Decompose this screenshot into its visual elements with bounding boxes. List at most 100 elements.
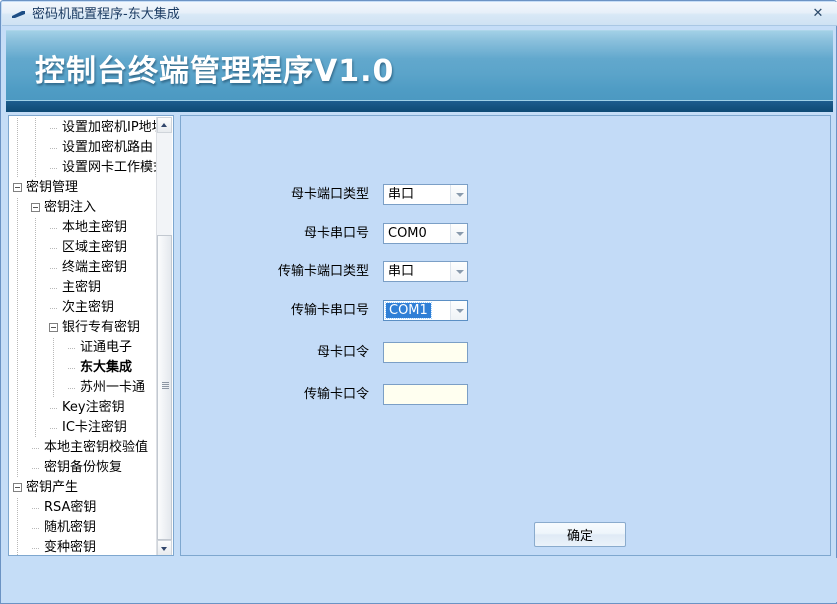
tree-collapse-icon[interactable] [49, 323, 58, 332]
tree-guide-line [35, 278, 36, 298]
tree-guide-line [17, 118, 18, 138]
form-field-label: 传输卡端口类型 [277, 264, 369, 279]
tree-item[interactable]: 证通电子 [9, 338, 159, 358]
tree-connector-icon [50, 408, 57, 409]
scrollbar-thumb[interactable] [157, 235, 172, 540]
tree-item[interactable]: RSA密钥 [9, 498, 159, 518]
tree-item[interactable]: 本地主密钥 [9, 218, 159, 238]
form-field-label: 母卡串口号 [303, 226, 369, 241]
tree-item[interactable]: 东大集成 [9, 358, 159, 378]
tree-collapse-icon[interactable] [31, 203, 40, 212]
tree-item-label: 本地主密钥 [62, 220, 128, 235]
tree-item[interactable]: 设置加密机IP地址 [9, 118, 165, 138]
chevron-down-icon[interactable] [450, 185, 467, 204]
tree-item[interactable]: 密钥产生 [9, 478, 159, 498]
scrollbar-grip-icon [162, 382, 169, 389]
content-panel: 母卡端口类型 串口 母卡串口号 COM0 传输卡端口类型 串口 传输卡串口号 COM1 母卡口令… [180, 115, 831, 556]
tree-collapse-icon[interactable] [13, 183, 22, 192]
tree-item-label: 终端主密钥 [62, 260, 128, 275]
tree-guide-line [17, 418, 18, 438]
tree-item[interactable]: 密钥注入 [9, 198, 159, 218]
close-icon[interactable]: ✕ [805, 5, 831, 23]
combobox-value: 串口 [388, 264, 415, 279]
banner-accent-strip [6, 100, 833, 112]
form-row: 母卡串口号 COM0 [181, 221, 830, 247]
tree-item-label: 密钥管理 [26, 180, 79, 195]
tree-item[interactable]: 密钥备份恢复 [9, 458, 159, 478]
navigation-tree-panel: 设置加密机IP地址 设置加密机路由设置网卡工作模式密钥管理密钥注入本地主密钥区域主… [8, 115, 174, 556]
form-field-label: 母卡口令 [316, 345, 369, 360]
chevron-down-icon[interactable] [450, 224, 467, 243]
form-field-label: 传输卡口令 [303, 387, 369, 402]
tree-connector-icon [50, 248, 57, 249]
tree-guide-line [17, 538, 18, 555]
tree-connector-icon [32, 508, 39, 509]
combobox[interactable]: COM0 [383, 223, 468, 244]
window-bottom-strip [2, 558, 837, 602]
tree-connector-icon [32, 448, 39, 449]
tree-item-label: 设置网卡工作模式 [62, 160, 167, 175]
tree-connector-icon [32, 548, 39, 549]
form-row: 传输卡串口号 COM1 [181, 298, 830, 324]
tree-guide-line [53, 358, 54, 378]
tree-item[interactable]: 变种密钥 [9, 538, 159, 555]
combobox-value: COM1 [385, 302, 432, 319]
tree-item[interactable]: IC卡注密钥 [9, 418, 159, 438]
tree-guide-line [53, 338, 54, 358]
tree-item[interactable]: 随机密钥 [9, 518, 159, 538]
tree-item-label: IC卡注密钥 [62, 420, 127, 435]
tree-item[interactable]: 密钥管理 [9, 178, 159, 198]
form-field-label: 传输卡串口号 [290, 303, 369, 318]
application-window: 密码机配置程序-东大集成 ✕ 控制台终端管理程序V1.0 设置加密机IP地址 设置… [0, 0, 837, 604]
tree-guide-line [53, 378, 54, 398]
tree-guide-line [17, 338, 18, 358]
tree-item[interactable]: 银行专有密钥 [9, 318, 159, 338]
ok-button[interactable]: 确定 [534, 522, 626, 547]
tree-connector-icon [50, 428, 57, 429]
tree-guide-line [35, 158, 36, 178]
tree-collapse-icon[interactable] [13, 483, 22, 492]
tree-connector-icon [68, 388, 75, 389]
tree-guide-line [35, 298, 36, 318]
tree-item[interactable]: 区域主密钥 [9, 238, 159, 258]
tree-item-label: 苏州一卡通 [80, 380, 146, 395]
tree-item[interactable]: 终端主密钥 [9, 258, 159, 278]
scroll-down-arrow-icon[interactable] [157, 540, 172, 555]
tree-item[interactable]: 主密钥 [9, 278, 159, 298]
form-field-label: 母卡端口类型 [290, 187, 369, 202]
tree-guide-line [17, 518, 18, 538]
chevron-down-icon[interactable] [450, 301, 467, 320]
tree-item[interactable]: 次主密钥 [9, 298, 159, 318]
tree-item[interactable]: 苏州一卡通 [9, 378, 159, 398]
text-input[interactable] [383, 384, 468, 405]
tree-item[interactable]: 本地主密钥校验值 [9, 438, 159, 458]
chevron-down-icon[interactable] [450, 262, 467, 281]
tree-item-label: 变种密钥 [44, 540, 97, 555]
tree-guide-line [17, 298, 18, 318]
tree-guide-line [17, 258, 18, 278]
combobox-value: COM0 [388, 226, 427, 241]
tree-item[interactable]: 设置加密机路由 [9, 138, 159, 158]
tree-guide-line [17, 198, 18, 218]
text-input[interactable] [383, 342, 468, 363]
scroll-up-arrow-icon[interactable] [157, 117, 172, 133]
tree-scrollbar[interactable] [156, 117, 172, 555]
tree-item-label: 密钥注入 [44, 200, 97, 215]
tree-connector-icon [50, 148, 57, 149]
tree-item-label: 密钥备份恢复 [44, 460, 123, 475]
combobox[interactable]: 串口 [383, 184, 468, 205]
combobox[interactable]: 串口 [383, 261, 468, 282]
combobox[interactable]: COM1 [383, 300, 468, 321]
tree-item[interactable]: Key注密钥 [9, 398, 159, 418]
tree-guide-line [35, 338, 36, 358]
tree-item-label: 本地主密钥校验值 [44, 440, 149, 455]
tree-guide-line [35, 358, 36, 378]
tree-guide-line [35, 118, 36, 138]
tree-guide-line [17, 238, 18, 258]
tree-connector-icon [50, 308, 57, 309]
tree-item[interactable]: 设置网卡工作模式 [9, 158, 166, 178]
tree-item-label: RSA密钥 [44, 500, 97, 515]
tree-guide-line [17, 218, 18, 238]
tree-guide-line [17, 498, 18, 518]
tree-connector-icon [50, 288, 57, 289]
